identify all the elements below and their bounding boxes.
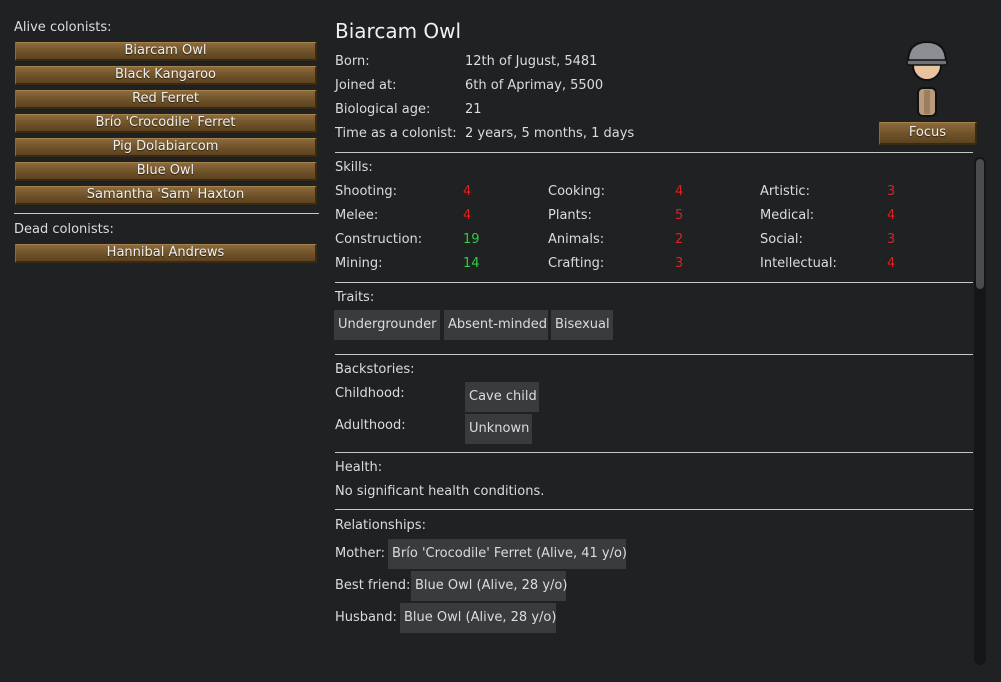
colonist-button-blue-owl[interactable]: Blue Owl <box>15 162 317 181</box>
skill-animals-value: 2 <box>675 232 684 247</box>
health-divider <box>335 509 973 510</box>
skills-label: Skills: <box>335 160 373 175</box>
skill-artistic-label: Artistic: <box>760 184 810 199</box>
relation-husband-person[interactable]: Blue Owl (Alive, 28 y/o) <box>400 603 556 633</box>
skill-crafting-value: 3 <box>675 256 684 271</box>
relationships-label: Relationships: <box>335 518 426 533</box>
skill-construction-value: 19 <box>463 232 480 247</box>
adulthood-label: Adulthood: <box>335 418 406 433</box>
colonist-time-value: 2 years, 5 months, 1 days <box>465 126 635 141</box>
colonist-button-pig-dolabiarcom[interactable]: Pig Dolabiarcom <box>15 138 317 157</box>
sidebar-divider <box>14 213 319 214</box>
skill-cooking-label: Cooking: <box>548 184 605 199</box>
colonist-portrait-icon <box>898 38 958 118</box>
skill-shooting-label: Shooting: <box>335 184 397 199</box>
skill-mining-label: Mining: <box>335 256 383 271</box>
health-status: No significant health conditions. <box>335 484 545 499</box>
born-label: Born: <box>335 54 370 69</box>
skill-intellectual-label: Intellectual: <box>760 256 837 271</box>
relation-best-friend-label: Best friend: <box>335 578 411 593</box>
skill-artistic-value: 3 <box>887 184 896 199</box>
skill-construction-label: Construction: <box>335 232 423 247</box>
trait-bisexual[interactable]: Bisexual <box>551 310 613 340</box>
skill-cooking-value: 4 <box>675 184 684 199</box>
colonist-button-red-ferret[interactable]: Red Ferret <box>15 90 317 109</box>
colonist-button-samantha-haxton[interactable]: Samantha 'Sam' Haxton <box>15 186 317 205</box>
adulthood-backstory[interactable]: Unknown <box>465 414 532 444</box>
skill-social-value: 3 <box>887 232 896 247</box>
health-label: Health: <box>335 460 383 475</box>
backstories-label: Backstories: <box>335 362 415 377</box>
skill-melee-value: 4 <box>463 208 472 223</box>
traits-label: Traits: <box>335 290 375 305</box>
alive-colonists-label: Alive colonists: <box>14 20 112 35</box>
colonist-button-biarcam-owl[interactable]: Biarcam Owl <box>15 42 317 61</box>
colonist-button-black-kangaroo[interactable]: Black Kangaroo <box>15 66 317 85</box>
skill-mining-value: 14 <box>463 256 480 271</box>
skill-medical-label: Medical: <box>760 208 815 223</box>
colonist-button-hannibal-andrews[interactable]: Hannibal Andrews <box>15 244 317 263</box>
skill-plants-label: Plants: <box>548 208 592 223</box>
relation-best-friend-person[interactable]: Blue Owl (Alive, 28 y/o) <box>411 571 567 601</box>
relation-mother-person[interactable]: Brío 'Crocodile' Ferret (Alive, 41 y/o) <box>388 539 627 569</box>
skill-social-label: Social: <box>760 232 803 247</box>
dead-colonists-label: Dead colonists: <box>14 222 114 237</box>
skill-crafting-label: Crafting: <box>548 256 605 271</box>
relation-husband-label: Husband: <box>335 610 397 625</box>
trait-undergrounder[interactable]: Undergrounder <box>334 310 440 340</box>
age-value: 21 <box>465 102 482 117</box>
scrollbar[interactable] <box>974 157 986 665</box>
traits-divider <box>335 354 973 355</box>
colonist-time-label: Time as a colonist: <box>335 126 457 141</box>
joined-value: 6th of Aprimay, 5500 <box>465 78 604 93</box>
colonist-name-title: Biarcam Owl <box>335 19 462 43</box>
childhood-label: Childhood: <box>335 386 405 401</box>
trait-absent-minded[interactable]: Absent-minded <box>444 310 548 340</box>
relation-mother-label: Mother: <box>335 546 386 561</box>
skill-shooting-value: 4 <box>463 184 472 199</box>
skill-medical-value: 4 <box>887 208 896 223</box>
header-divider <box>335 152 973 153</box>
skill-intellectual-value: 4 <box>887 256 896 271</box>
joined-label: Joined at: <box>335 78 397 93</box>
focus-button[interactable]: Focus <box>879 122 977 145</box>
skill-plants-value: 5 <box>675 208 684 223</box>
age-label: Biological age: <box>335 102 431 117</box>
born-value: 12th of Jugust, 5481 <box>465 54 598 69</box>
skill-melee-label: Melee: <box>335 208 379 223</box>
skill-animals-label: Animals: <box>548 232 605 247</box>
childhood-backstory[interactable]: Cave child <box>465 382 539 412</box>
scrollbar-thumb[interactable] <box>976 159 984 289</box>
backstories-divider <box>335 452 973 453</box>
colonist-button-brio-ferret[interactable]: Brío 'Crocodile' Ferret <box>15 114 317 133</box>
skills-divider <box>335 282 973 283</box>
